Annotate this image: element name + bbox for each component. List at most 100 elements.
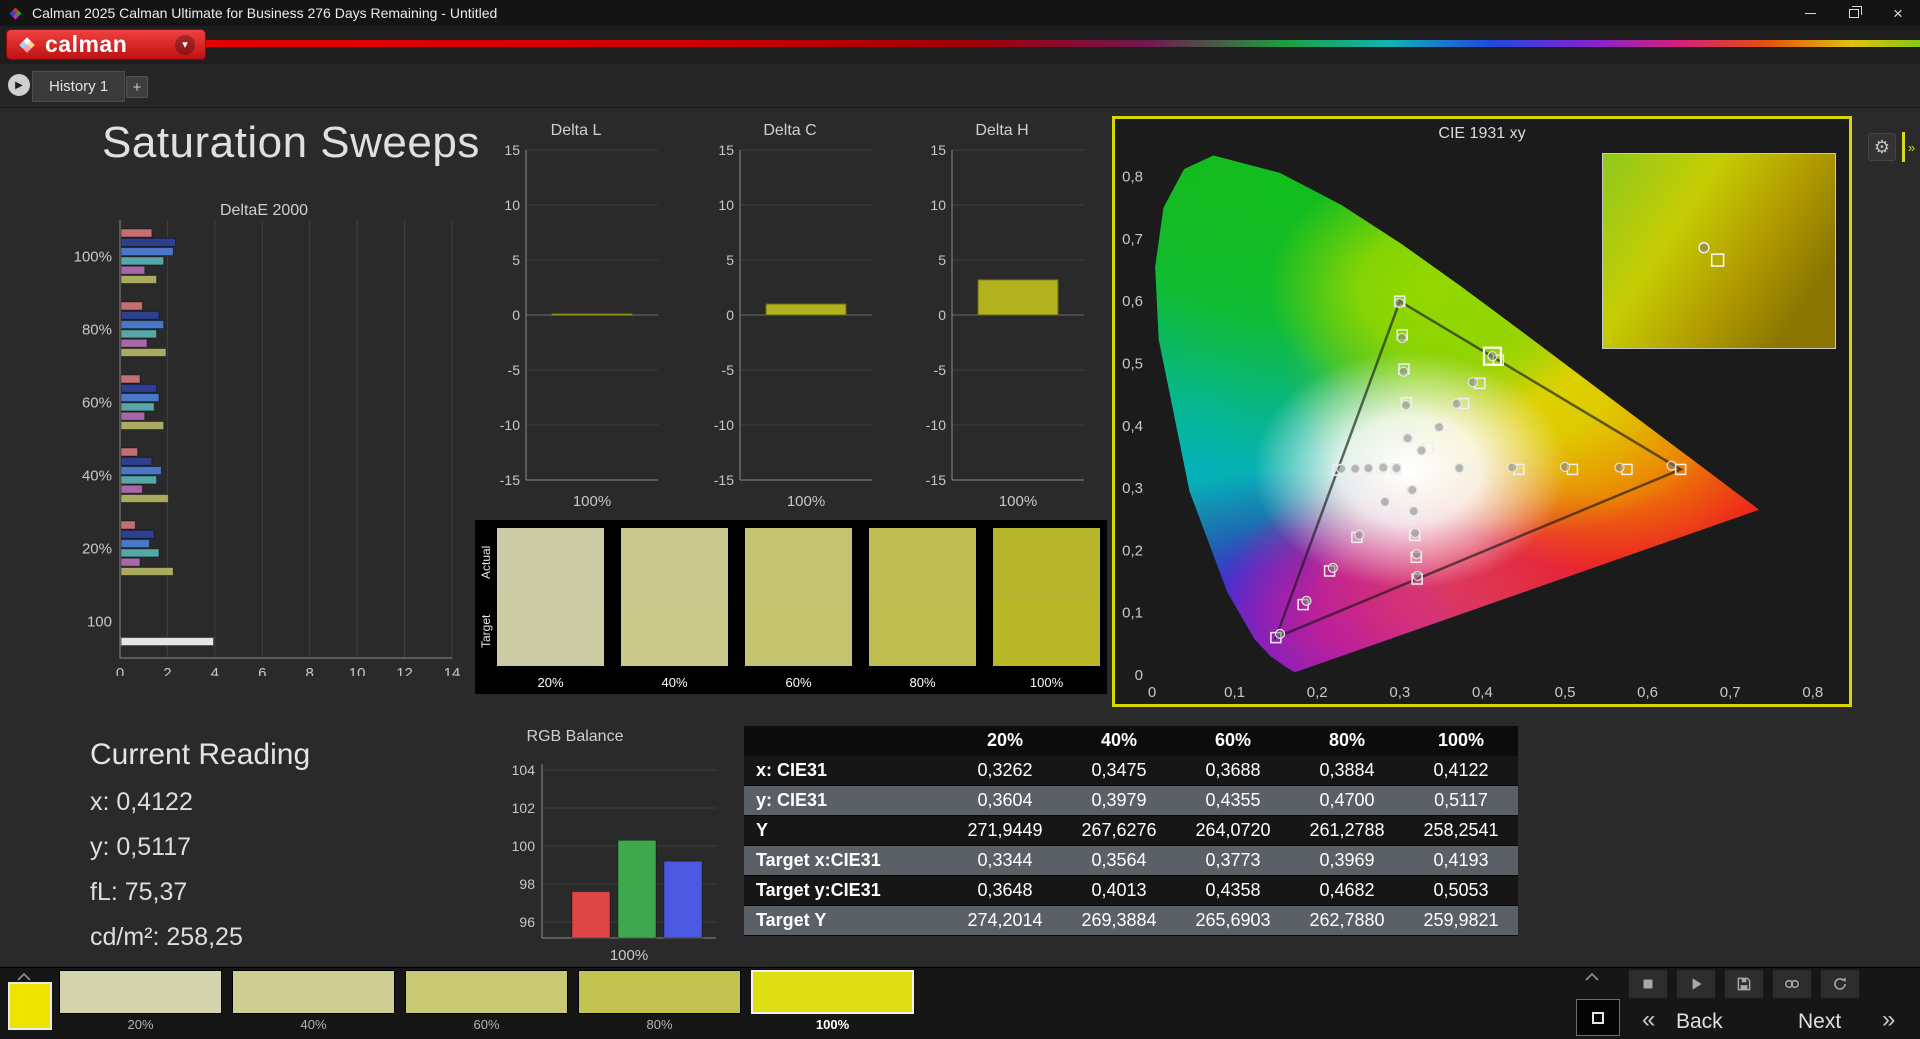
cie-measured-point <box>1455 464 1464 473</box>
back-arrow-icon[interactable]: « <box>1642 1006 1655 1034</box>
cell-value: 259,9821 <box>1404 905 1518 935</box>
tick-label: 0,1 <box>1122 605 1143 622</box>
delta-c-plot: 151050-5-10-15100% <box>700 142 880 522</box>
target-swatch <box>497 597 604 666</box>
play-button[interactable] <box>1676 969 1716 999</box>
cell-value: 0,3648 <box>948 875 1062 905</box>
delta-c-chart: Delta C 151050-5-10-15100% <box>700 120 880 532</box>
pattern-window-icon <box>1592 1012 1604 1024</box>
page-title: Saturation Sweeps <box>102 118 480 168</box>
deltae-bar <box>121 238 176 246</box>
restore-button[interactable] <box>1832 0 1876 26</box>
deltae-bar <box>121 476 157 484</box>
next-arrow-icon[interactable]: » <box>1882 1006 1895 1034</box>
cie-measured-point <box>1615 463 1624 472</box>
cie-measured-point <box>1337 464 1346 473</box>
reading-x: x: 0,4122 <box>90 788 310 817</box>
tab-history-1[interactable]: History 1 <box>32 71 125 102</box>
table-header-cell <box>744 726 948 755</box>
chart-title: DeltaE 2000 <box>64 202 464 220</box>
stop-button[interactable] <box>1628 969 1668 999</box>
current-pattern-tile[interactable] <box>8 982 52 1030</box>
cie-measured-point <box>1401 401 1410 410</box>
swatch-color <box>578 970 741 1014</box>
tick-label: 0 <box>1148 684 1156 701</box>
tick-label: -15 <box>926 472 946 488</box>
next-button[interactable]: Next <box>1798 1010 1841 1034</box>
tick-label: 96 <box>519 914 535 930</box>
continuous-loop-button[interactable] <box>1772 969 1812 999</box>
rgb-balance-chart: RGB Balance 9698100102104100% <box>430 724 720 964</box>
tick-label: -5 <box>722 362 735 378</box>
inset-background <box>1603 154 1835 348</box>
brand-row: calman ▾ <box>0 26 1920 64</box>
collapse-left-button[interactable] <box>14 970 34 982</box>
saturation-swatch-column: 100% <box>993 528 1100 690</box>
close-button[interactable]: × <box>1876 0 1920 26</box>
cell-value: 271,9449 <box>948 815 1062 845</box>
pattern-swatch-20%[interactable]: 20% <box>59 970 222 1032</box>
tick-label: 15 <box>718 142 734 158</box>
tick-label: 14 <box>444 665 461 676</box>
chart-title: Delta H <box>912 122 1092 140</box>
deltae-bar <box>121 495 168 503</box>
inset-measured-point <box>1699 243 1709 253</box>
calman-menu-button[interactable]: calman ▾ <box>6 29 206 60</box>
cie-measured-point <box>1399 367 1408 376</box>
rgb-bar-blue <box>664 861 702 938</box>
cie-measured-point <box>1452 399 1461 408</box>
collapse-right-button[interactable] <box>1582 970 1602 982</box>
run-button[interactable]: ▶ <box>8 74 30 96</box>
tick-label: 20% <box>82 541 112 558</box>
swatch-label: 80% <box>869 675 976 690</box>
window-controls: × <box>1788 0 1920 26</box>
play-icon <box>1687 975 1705 993</box>
tick-label: 0,7 <box>1720 684 1741 701</box>
deltae-bar <box>121 257 164 265</box>
cie-measured-point <box>1395 299 1404 308</box>
cie-measured-point <box>1397 333 1406 342</box>
settings-button[interactable]: ⚙ <box>1868 133 1896 161</box>
tick-label: 10 <box>930 197 946 213</box>
refresh-button[interactable] <box>1820 969 1860 999</box>
cie-measured-point <box>1351 464 1360 473</box>
swatch-label: 60% <box>405 1017 568 1032</box>
tick-label: 10 <box>718 197 734 213</box>
actual-row-label: Actual <box>478 528 494 597</box>
delta-bar <box>766 304 846 315</box>
pattern-swatch-60%[interactable]: 60% <box>405 970 568 1032</box>
tick-label: -15 <box>714 472 734 488</box>
tick-label: 0 <box>726 307 734 323</box>
calman-wordmark: calman <box>45 33 127 56</box>
cie-measured-point <box>1435 423 1444 432</box>
pattern-swatch-80%[interactable]: 80% <box>578 970 741 1032</box>
tick-label: 0,7 <box>1122 231 1143 248</box>
deltae-bar <box>121 467 161 475</box>
cie-measured-point <box>1302 596 1311 605</box>
cell-value: 0,3884 <box>1290 755 1404 785</box>
actual-swatch <box>869 528 976 597</box>
add-tab-button[interactable]: + <box>126 76 148 98</box>
minimize-button[interactable] <box>1788 0 1832 26</box>
cie-measured-point <box>1364 464 1373 473</box>
pattern-swatch-40%[interactable]: 40% <box>232 970 395 1032</box>
delta-h-chart: Delta H 151050-5-10-15100% <box>912 120 1092 532</box>
refresh-icon <box>1831 975 1849 993</box>
pattern-swatch-100%[interactable]: 100% <box>751 970 914 1032</box>
tick-label: -15 <box>500 472 520 488</box>
tick-label: 104 <box>512 762 536 778</box>
deltae-bar <box>121 412 145 420</box>
cell-value: 0,3969 <box>1290 845 1404 875</box>
cell-value: 262,7880 <box>1290 905 1404 935</box>
deltae-bar <box>121 549 159 557</box>
pattern-preview-button[interactable] <box>1576 999 1620 1036</box>
save-button[interactable] <box>1724 969 1764 999</box>
cell-value: 0,4358 <box>1176 875 1290 905</box>
swatch-label: 40% <box>232 1017 395 1032</box>
tick-label: 100% <box>74 249 112 266</box>
back-button[interactable]: Back <box>1676 1010 1723 1034</box>
tick-label: 0 <box>1135 667 1143 684</box>
cie-1931-panel[interactable]: 00,10,20,30,40,50,60,70,800,10,20,30,40,… <box>1112 116 1852 707</box>
delta-bar <box>978 280 1058 315</box>
toolbar-overflow-button[interactable]: » <box>1902 132 1918 162</box>
